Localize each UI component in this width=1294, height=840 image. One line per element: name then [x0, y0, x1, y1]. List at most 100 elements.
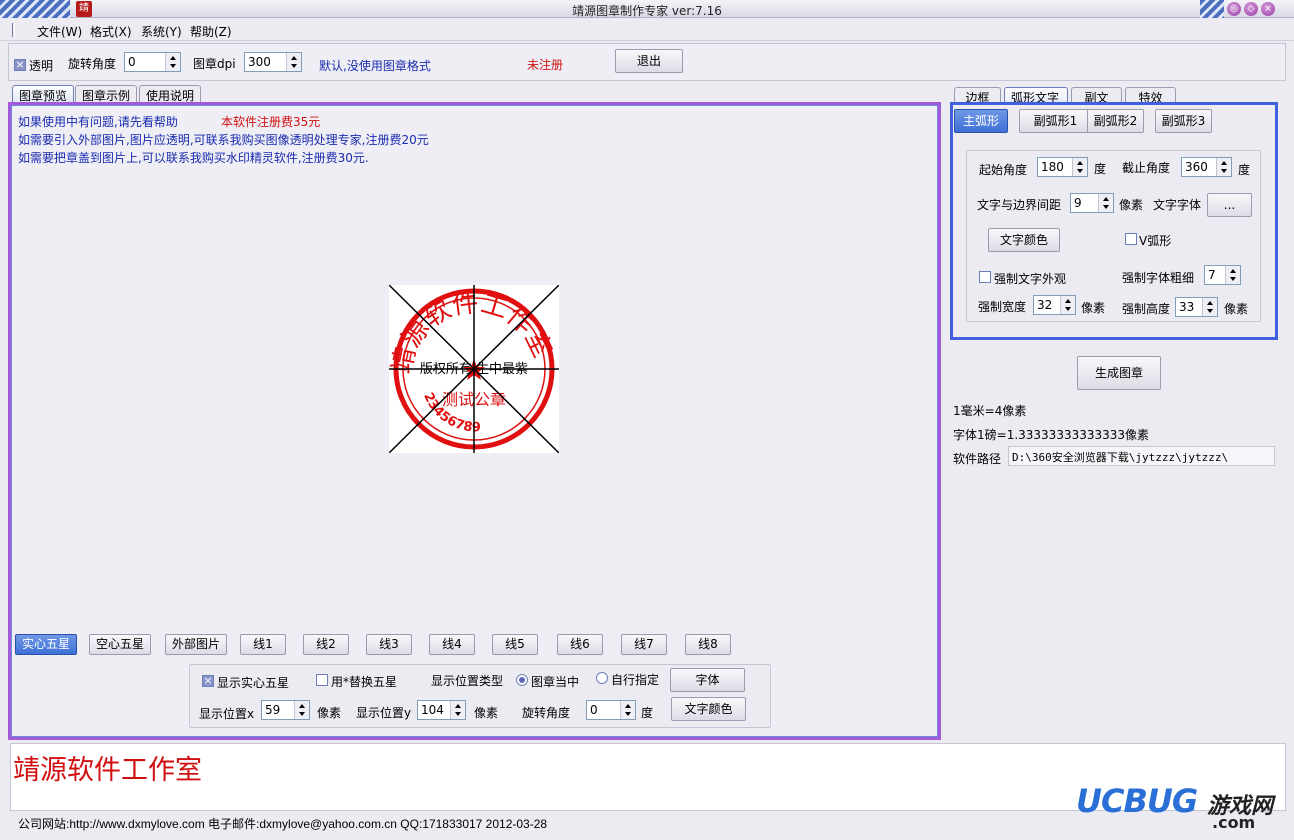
start-angle-spinner[interactable]: 180 [1037, 157, 1088, 177]
pos-y-spinner[interactable]: 104 [417, 700, 466, 720]
menu-file[interactable]: 文件(W) [37, 23, 82, 40]
pixel-label: 像素 [1119, 198, 1144, 212]
rotate-value: 0 [128, 55, 136, 69]
path-field[interactable]: D:\360安全浏览器下载\jytzzz\jytzzz\ [1008, 446, 1275, 466]
degree-label: 度 [641, 706, 654, 720]
font-label: 文字字体 [1153, 198, 1202, 212]
fee-text: 本软件注册费35元 [221, 115, 321, 129]
spin-arrows-icon[interactable] [1098, 194, 1113, 212]
margin-spinner[interactable]: 9 [1070, 193, 1114, 213]
generate-stamp-button[interactable]: 生成图章 [1077, 356, 1161, 390]
transparent-image-text: 如需要引入外部图片,图片应透明,可联系我购买图像透明处理专家,注册费20元 [18, 133, 429, 147]
end-angle-spinner[interactable]: 360 [1181, 157, 1232, 177]
star-rotate-value: 0 [590, 703, 598, 717]
pixel-label: 像素 [1224, 302, 1249, 316]
show-solid-star-label: 显示实心五星 [217, 676, 290, 690]
line3-button[interactable]: 线3 [366, 634, 412, 655]
pos-x-spinner[interactable]: 59 [261, 700, 310, 720]
star-rotate-label: 旋转角度 [522, 706, 571, 720]
dpi-spinner[interactable]: 300 [244, 52, 302, 72]
tab-stamp-preview[interactable]: 图章预览 [12, 85, 75, 104]
menu-help[interactable]: 帮助(Z) [190, 23, 232, 40]
close-button[interactable]: × [1261, 2, 1275, 16]
force-height-spinner[interactable]: 33 [1175, 297, 1218, 317]
mm-info: 1毫米=4像素 [953, 404, 1027, 418]
stamp-canvas: 靖源软件工作室 23456789 测试公章 版权所有 生中最紫 [387, 284, 560, 454]
maximize-button[interactable]: ◇ [1244, 2, 1258, 16]
title-bar: 靖 靖源图章制作专家 ver:7.16 ◎ ◇ × [0, 0, 1294, 18]
minimize-button[interactable]: ◎ [1227, 2, 1241, 16]
ucbug-watermark: UCBUG 游戏网 .com [1074, 782, 1284, 836]
pos-x-value: 59 [265, 703, 281, 717]
show-solid-star-checkbox[interactable] [202, 675, 214, 687]
pos-y-value: 104 [421, 703, 444, 717]
force-look-label: 强制文字外观 [994, 272, 1067, 286]
menu-system[interactable]: 系统(Y) [141, 23, 182, 40]
default-format-text: 默认,没使用图章格式 [319, 59, 431, 73]
start-angle-value: 180 [1041, 160, 1064, 174]
line7-button[interactable]: 线7 [621, 634, 667, 655]
dpi-value: 300 [248, 55, 271, 69]
rotate-spinner[interactable]: 0 [124, 52, 181, 72]
pt-info: 字体1磅=1.33333333333333像素 [953, 428, 1150, 442]
replace-star-label: 用*替换五星 [331, 675, 398, 689]
pixel-label: 像素 [474, 706, 499, 720]
star-rotate-spinner[interactable]: 0 [586, 700, 636, 720]
arc-tab-sub2[interactable]: 副弧形2 [1087, 109, 1144, 133]
line1-button[interactable]: 线1 [240, 634, 286, 655]
degree-label: 度 [1238, 163, 1251, 177]
line4-button[interactable]: 线4 [429, 634, 475, 655]
line6-button[interactable]: 线6 [557, 634, 603, 655]
force-width-spinner[interactable]: 32 [1033, 295, 1076, 315]
arc-tab-sub1[interactable]: 副弧形1 [1019, 109, 1092, 133]
line5-button[interactable]: 线5 [492, 634, 538, 655]
hollow-star-button[interactable]: 空心五星 [89, 634, 151, 655]
menu-format[interactable]: 格式(X) [90, 23, 132, 40]
force-weight-value: 7 [1208, 268, 1216, 282]
star-text-color-button[interactable]: 文字颜色 [671, 697, 746, 721]
arc-text-color-button[interactable]: 文字颜色 [988, 228, 1060, 252]
tab-stamp-example[interactable]: 图章示例 [75, 85, 138, 103]
transparent-label: 透明 [29, 59, 54, 73]
line2-button[interactable]: 线2 [303, 634, 349, 655]
watermark-brand: UCBUG [1076, 782, 1198, 820]
spin-arrows-icon[interactable] [1216, 158, 1231, 176]
v-arc-checkbox[interactable] [1125, 233, 1137, 245]
pos-x-label: 显示位置x [199, 707, 255, 721]
v-arc-label: V弧形 [1139, 234, 1172, 248]
force-weight-spinner[interactable]: 7 [1204, 265, 1241, 285]
spin-arrows-icon[interactable] [450, 701, 465, 719]
custom-radio[interactable] [596, 672, 608, 684]
font-picker-button[interactable]: ... [1207, 193, 1252, 217]
degree-label: 度 [1094, 162, 1107, 176]
exit-button[interactable]: 退出 [615, 49, 683, 73]
custom-label: 自行指定 [611, 673, 660, 687]
spin-arrows-icon[interactable] [294, 701, 309, 719]
spin-arrows-icon[interactable] [1225, 266, 1240, 284]
spin-arrows-icon[interactable] [620, 701, 635, 719]
force-width-label: 强制宽度 [978, 300, 1027, 314]
title-stripes-right [1200, 0, 1224, 18]
menu-bar: 文件(W) 格式(X) 系统(Y) 帮助(Z) [0, 19, 1294, 41]
help-text: 如果使用中有问题,请先看帮助 [18, 115, 178, 129]
transparent-checkbox[interactable] [14, 59, 26, 71]
replace-star-checkbox[interactable] [316, 674, 328, 686]
arc-tab-sub3[interactable]: 副弧形3 [1155, 109, 1212, 133]
spin-arrows-icon[interactable] [1072, 158, 1087, 176]
solid-star-button[interactable]: 实心五星 [15, 634, 77, 655]
center-radio[interactable] [516, 674, 528, 686]
spin-arrows-icon[interactable] [286, 53, 301, 71]
pos-y-label: 显示位置y [356, 706, 412, 720]
spin-arrows-icon[interactable] [1060, 296, 1075, 314]
external-image-button[interactable]: 外部图片 [165, 634, 227, 655]
spin-arrows-icon[interactable] [165, 53, 180, 71]
tab-usage[interactable]: 使用说明 [139, 85, 202, 103]
line8-button[interactable]: 线8 [685, 634, 731, 655]
spin-arrows-icon[interactable] [1202, 298, 1217, 316]
force-look-checkbox[interactable] [979, 271, 991, 283]
end-angle-value: 360 [1185, 160, 1208, 174]
status-text: 公司网站:http://www.dxmylove.com 电子邮件:dxmylo… [18, 817, 548, 831]
center-label: 图章当中 [531, 675, 580, 689]
star-font-button[interactable]: 字体 [670, 668, 745, 692]
arc-tab-main[interactable]: 主弧形 [954, 109, 1008, 133]
